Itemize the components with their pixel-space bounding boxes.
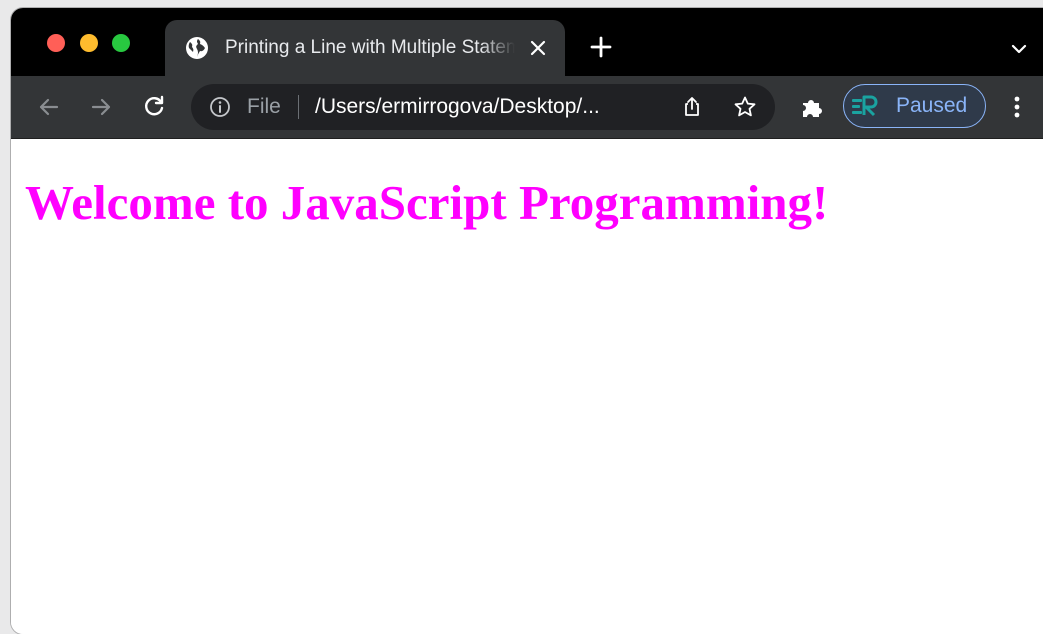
chevron-down-icon[interactable] bbox=[1009, 39, 1029, 59]
url-divider bbox=[298, 95, 299, 119]
page-heading: Welcome to JavaScript Programming! bbox=[25, 175, 829, 230]
tab-strip: Printing a Line with Multiple Statements bbox=[11, 8, 1043, 76]
close-window-button[interactable] bbox=[47, 34, 65, 52]
avatar bbox=[852, 95, 878, 117]
profile-button[interactable]: Paused bbox=[843, 84, 986, 128]
puzzle-icon[interactable] bbox=[799, 94, 825, 120]
tab-title: Printing a Line with Multiple Statements bbox=[225, 37, 515, 58]
minimize-window-button[interactable] bbox=[80, 34, 98, 52]
tab-active[interactable]: Printing a Line with Multiple Statements bbox=[165, 20, 565, 76]
toolbar: File /Users/ermirrogova/Desktop/... Paus… bbox=[11, 76, 1043, 139]
share-icon[interactable] bbox=[680, 95, 704, 119]
maximize-window-button[interactable] bbox=[112, 34, 130, 52]
url-scheme: File bbox=[247, 95, 281, 118]
info-icon[interactable] bbox=[209, 96, 231, 118]
star-icon[interactable] bbox=[733, 95, 757, 119]
profile-status-label: Paused bbox=[896, 94, 968, 117]
page-content: Welcome to JavaScript Programming! bbox=[11, 139, 1043, 634]
arrow-left-icon[interactable] bbox=[36, 94, 62, 120]
browser-window: Printing a Line with Multiple Statements bbox=[11, 8, 1043, 634]
address-bar[interactable]: File /Users/ermirrogova/Desktop/... bbox=[191, 84, 775, 130]
plus-icon[interactable] bbox=[589, 35, 613, 59]
reload-icon[interactable] bbox=[141, 94, 167, 120]
arrow-right-icon[interactable] bbox=[88, 94, 114, 120]
url-text[interactable]: /Users/ermirrogova/Desktop/... bbox=[315, 84, 600, 130]
close-icon[interactable] bbox=[527, 37, 549, 59]
kebab-menu-icon[interactable] bbox=[1007, 94, 1027, 120]
globe-icon bbox=[186, 37, 208, 59]
